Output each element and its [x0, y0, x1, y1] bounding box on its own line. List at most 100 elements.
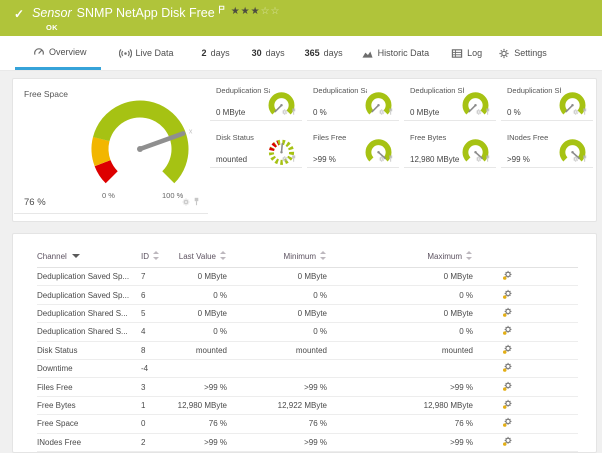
table-row: Deduplication Shared S... 4 0 % 0 % 0 %: [37, 323, 578, 341]
minimum-cell: 12,922 MByte: [227, 396, 327, 414]
priority-stars[interactable]: ★★★☆☆: [231, 4, 281, 20]
channel-name-cell[interactable]: Deduplication Shared S...: [37, 323, 141, 341]
tab-bar: Overview Live Data 2days 30days 365days …: [0, 36, 602, 71]
gear-icon[interactable]: [475, 151, 482, 166]
maximum-cell: >99 %: [327, 433, 473, 451]
tab-historic-data[interactable]: Historic Data: [361, 36, 430, 70]
pin-icon[interactable]: [582, 104, 588, 119]
maximum-cell: >99 %: [327, 378, 473, 396]
tile-title: Deduplication Saved S...: [313, 86, 367, 95]
sort-icon: [466, 251, 473, 260]
pin-icon[interactable]: [582, 151, 588, 166]
channel-gauge-tile[interactable]: Disk Status mounted: [210, 128, 302, 168]
gear-icon[interactable]: [572, 104, 579, 119]
tab-2-days[interactable]: 2days: [202, 36, 230, 70]
tab-live-data[interactable]: Live Data: [119, 36, 174, 70]
pin-icon[interactable]: [193, 193, 200, 211]
channel-name-cell[interactable]: Files Free: [37, 378, 141, 396]
channel-settings-cell: [473, 359, 541, 377]
last-value-cell: 12,980 MByte: [177, 396, 227, 414]
main-gauge-title: Free Space: [24, 89, 68, 99]
tab-log[interactable]: Log: [451, 36, 482, 70]
gear-icon[interactable]: [182, 193, 190, 211]
pin-icon[interactable]: [485, 104, 491, 119]
gear-icon[interactable]: [281, 104, 288, 119]
column-header-minimum[interactable]: Minimum: [227, 248, 327, 268]
column-header-channel[interactable]: Channel: [37, 248, 141, 268]
pin-icon[interactable]: [388, 151, 394, 166]
channel-name-cell[interactable]: Free Space: [37, 415, 141, 433]
tab-settings[interactable]: Settings: [498, 36, 547, 70]
channel-settings-gear-icon[interactable]: [502, 403, 513, 412]
gear-icon[interactable]: [475, 104, 482, 119]
channel-gauge-tile[interactable]: Files Free >99 %: [307, 128, 399, 168]
last-value-cell: mounted: [177, 341, 227, 359]
sort-icon: [220, 251, 227, 260]
table-row: Free Space 0 76 % 76 % 76 %: [37, 415, 578, 433]
channel-settings-cell: [473, 323, 541, 341]
channel-gauge-tile[interactable]: Free Bytes 12,980 MByte: [404, 128, 496, 168]
channel-settings-gear-icon[interactable]: [502, 366, 513, 375]
channel-gauge-tile[interactable]: Deduplication Shared ... 0 %: [501, 81, 593, 121]
channel-id-cell: -4: [141, 359, 177, 377]
channel-gauge-tile[interactable]: Deduplication Saved S... 0 MByte: [210, 81, 302, 121]
free-space-gauge-tile[interactable]: Free Space x 76 % 0 % 100 %: [14, 81, 208, 214]
table-row: Files Free 3 >99 % >99 % >99 %: [37, 378, 578, 396]
stars-empty: ☆☆: [261, 6, 281, 17]
last-value-cell: 0 MByte: [177, 304, 227, 322]
channel-gauge-tile[interactable]: Deduplication Shared ... 0 MByte: [404, 81, 496, 121]
channel-name-cell[interactable]: INodes Free: [37, 433, 141, 451]
channel-settings-gear-icon[interactable]: [502, 311, 513, 320]
sort-icon: [153, 251, 160, 260]
pin-icon[interactable]: [291, 104, 297, 119]
tab-365-days[interactable]: 365days: [305, 36, 343, 70]
gauge-max-marker: x: [189, 128, 193, 135]
channel-settings-gear-icon[interactable]: [502, 329, 513, 338]
channel-settings-gear-icon[interactable]: [502, 385, 513, 394]
page-title: SNMP NetApp Disk Free: [77, 5, 215, 21]
tile-title: Deduplication Shared ...: [507, 86, 561, 95]
channel-id-cell: 3: [141, 378, 177, 396]
channel-name-cell[interactable]: Downtime: [37, 359, 141, 377]
maximum-cell: [327, 359, 473, 377]
pin-icon[interactable]: [485, 151, 491, 166]
minimum-cell: 0 MByte: [227, 268, 327, 286]
column-header-last-value[interactable]: Last Value: [177, 248, 227, 268]
tab-overview[interactable]: Overview: [15, 36, 101, 70]
channel-settings-gear-icon[interactable]: [502, 348, 513, 357]
channel-name-cell[interactable]: Disk Status: [37, 341, 141, 359]
pin-icon[interactable]: [388, 104, 394, 119]
gear-icon[interactable]: [378, 151, 385, 166]
column-header-maximum[interactable]: Maximum: [327, 248, 473, 268]
tab-30-days[interactable]: 30days: [252, 36, 285, 70]
minimum-cell: [227, 359, 327, 377]
channel-settings-gear-icon[interactable]: [502, 293, 513, 302]
channel-name-cell[interactable]: Free Bytes: [37, 396, 141, 414]
channel-gauge-tile[interactable]: INodes Free >99 %: [501, 128, 593, 168]
channel-settings-gear-icon[interactable]: [502, 421, 513, 430]
channel-settings-cell: [473, 415, 541, 433]
gear-icon[interactable]: [378, 104, 385, 119]
gear-icon[interactable]: [572, 151, 579, 166]
pin-icon[interactable]: [291, 151, 297, 166]
channel-gauge-tile[interactable]: Deduplication Saved S... 0 %: [307, 81, 399, 121]
channel-settings-gear-icon[interactable]: [502, 274, 513, 283]
flag-icon[interactable]: [218, 2, 225, 18]
gear-icon[interactable]: [281, 151, 288, 166]
minimum-cell: 76 %: [227, 415, 327, 433]
channel-name-cell[interactable]: Deduplication Shared S...: [37, 304, 141, 322]
channel-id-cell: 7: [141, 268, 177, 286]
column-header-id[interactable]: ID: [141, 248, 177, 268]
channel-name-cell[interactable]: Deduplication Saved Sp...: [37, 286, 141, 304]
channel-settings-cell: [473, 341, 541, 359]
area-chart-icon: [361, 48, 374, 59]
channel-settings-cell: [473, 286, 541, 304]
channel-settings-gear-icon[interactable]: [502, 440, 513, 449]
channel-id-cell: 5: [141, 304, 177, 322]
channel-settings-cell: [473, 304, 541, 322]
tile-value: 0 MByte: [216, 108, 245, 117]
channel-name-cell[interactable]: Deduplication Saved Sp...: [37, 268, 141, 286]
maximum-cell: 0 %: [327, 286, 473, 304]
maximum-cell: 0 MByte: [327, 304, 473, 322]
gauge-icon: [33, 46, 45, 57]
